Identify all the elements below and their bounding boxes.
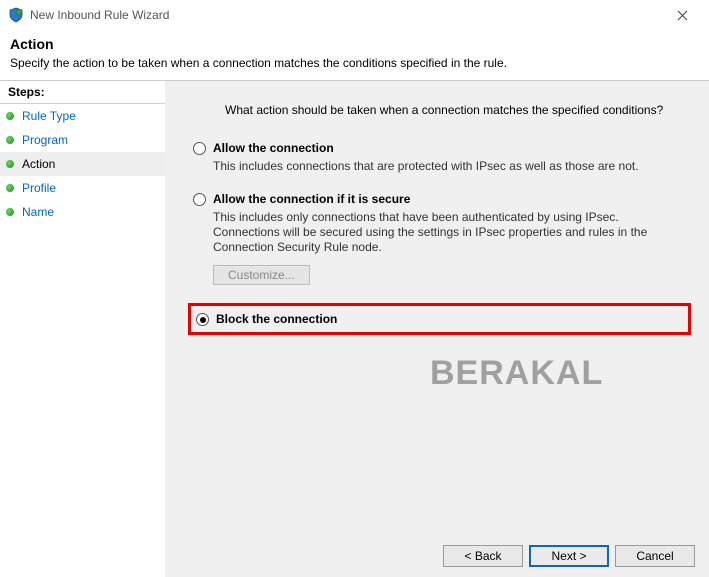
watermark: BERAKAL — [430, 354, 603, 393]
step-bullet-icon — [6, 112, 14, 120]
content-pane: What action should be taken when a conne… — [165, 81, 709, 577]
cancel-button[interactable]: Cancel — [615, 545, 695, 567]
step-bullet-icon — [6, 136, 14, 144]
step-label: Program — [22, 133, 68, 147]
radio-allow-secure-label[interactable]: Allow the connection if it is secure — [213, 192, 410, 206]
customize-button: Customize... — [213, 265, 310, 285]
option-block-connection: Block the connection — [188, 303, 691, 335]
steps-pane: Steps: Rule Type Program Action Profile … — [0, 81, 165, 577]
step-action: Action — [0, 152, 165, 176]
page-title: Action — [10, 36, 699, 52]
step-label: Rule Type — [22, 109, 76, 123]
firewall-icon — [8, 7, 24, 23]
step-label: Profile — [22, 181, 56, 195]
option-allow-desc: This includes connections that are prote… — [213, 159, 673, 174]
radio-block-label[interactable]: Block the connection — [216, 312, 337, 326]
next-button[interactable]: Next > — [529, 545, 609, 567]
content-question: What action should be taken when a conne… — [193, 103, 691, 117]
step-bullet-icon — [6, 208, 14, 216]
titlebar: New Inbound Rule Wizard — [0, 0, 709, 30]
radio-allow-secure[interactable] — [193, 193, 206, 206]
wizard-body: Steps: Rule Type Program Action Profile … — [0, 81, 709, 577]
step-profile[interactable]: Profile — [0, 176, 165, 200]
wizard-button-row: < Back Next > Cancel — [443, 545, 695, 567]
step-name[interactable]: Name — [0, 200, 165, 224]
radio-block[interactable] — [196, 313, 209, 326]
step-rule-type[interactable]: Rule Type — [0, 104, 165, 128]
option-allow-secure-desc: This includes only connections that have… — [213, 210, 673, 255]
option-allow-secure: Allow the connection if it is secure Thi… — [193, 192, 691, 285]
step-label: Action — [22, 157, 55, 171]
step-program[interactable]: Program — [0, 128, 165, 152]
step-bullet-icon — [6, 184, 14, 192]
steps-title: Steps: — [0, 83, 165, 103]
wizard-header: Action Specify the action to be taken wh… — [0, 30, 709, 80]
page-subtitle: Specify the action to be taken when a co… — [10, 56, 699, 70]
radio-allow[interactable] — [193, 142, 206, 155]
step-label: Name — [22, 205, 54, 219]
back-button[interactable]: < Back — [443, 545, 523, 567]
window-title: New Inbound Rule Wizard — [30, 8, 663, 22]
radio-allow-label[interactable]: Allow the connection — [213, 141, 334, 155]
wizard-window: New Inbound Rule Wizard Action Specify t… — [0, 0, 709, 577]
option-allow-connection: Allow the connection This includes conne… — [193, 141, 691, 174]
step-bullet-icon — [6, 160, 14, 168]
close-icon[interactable] — [663, 1, 701, 29]
